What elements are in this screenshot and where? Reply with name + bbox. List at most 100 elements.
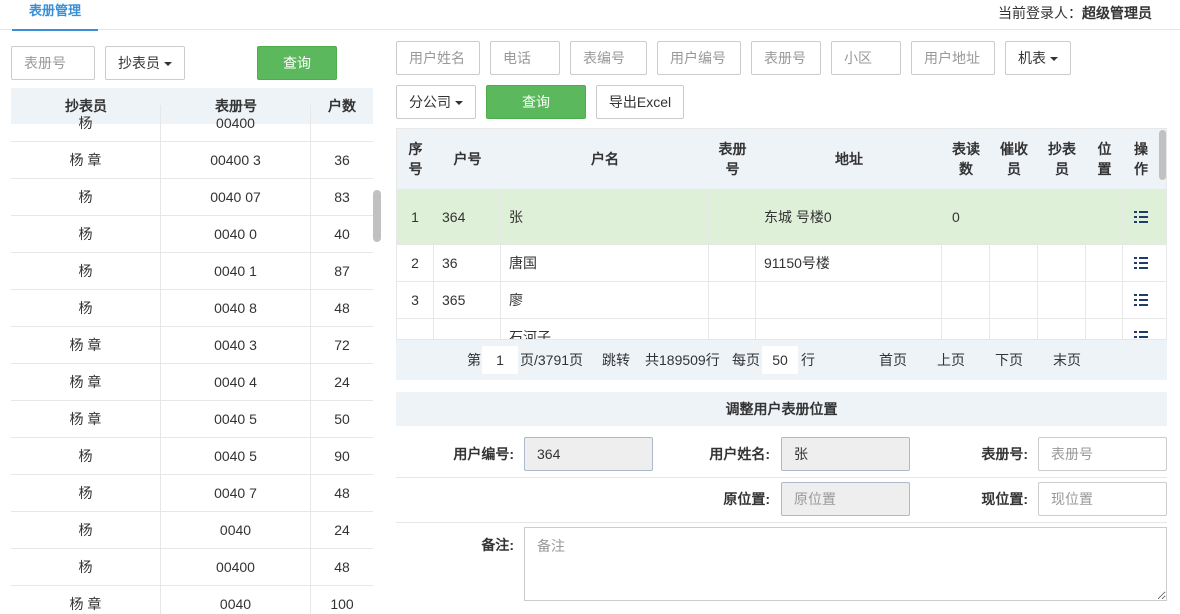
cell-book-no: 0040 5 (161, 438, 311, 475)
table-row[interactable]: 杨 章 0040 100 (11, 586, 373, 614)
user-address-input[interactable] (911, 41, 995, 75)
col-header-reader: 抄表员 (1048, 141, 1076, 177)
cell-book-no: 0040 (161, 586, 311, 614)
tab-book-management[interactable]: 表册管理 (12, 0, 98, 31)
cell-reads (942, 319, 990, 339)
cell-name: 廖 (501, 282, 709, 318)
cell-op (1123, 189, 1159, 244)
cell-count: 40 (334, 226, 350, 242)
user-name-input[interactable] (396, 41, 480, 75)
cell-collector (990, 319, 1038, 339)
per-page-input[interactable]: 50 (762, 346, 798, 374)
list-icon[interactable] (1134, 210, 1148, 223)
col-header-reads: 表读数 (952, 141, 980, 177)
cell-count: 100 (330, 596, 354, 612)
table-row[interactable]: 杨 0040 07 83 (11, 179, 373, 216)
caret-down-icon (455, 101, 463, 106)
table-row[interactable]: 杨 00400 48 (11, 549, 373, 586)
login-info: 当前登录人：超级管理员 (998, 3, 1152, 23)
cell-book-no: 0040 5 (161, 401, 311, 438)
left-query-button[interactable]: 查询 (257, 46, 337, 80)
export-excel-button[interactable]: 导出Excel (596, 85, 684, 119)
right-book-no-input[interactable] (751, 41, 821, 75)
left-scrollbar[interactable] (373, 190, 381, 242)
col-header-position: 位置 (1097, 141, 1112, 177)
meter-type-select[interactable]: 机表 (1005, 41, 1071, 75)
cell-reads: 0 (942, 189, 990, 244)
right-scrollbar[interactable] (1159, 130, 1166, 180)
table-row[interactable]: 杨 0040 7 48 (11, 475, 373, 512)
cell-reader: 杨 章 (11, 327, 161, 364)
col-header-book-no: 表册号 (718, 141, 747, 177)
table-row[interactable]: 杨 0040 0 40 (11, 216, 373, 253)
table-row[interactable]: 3 365 廖 (397, 282, 1166, 319)
table-row[interactable]: 石河子 (397, 319, 1166, 339)
cell-collector (990, 245, 1038, 281)
cur-position-input[interactable] (1038, 482, 1167, 516)
cell-count: 50 (334, 411, 350, 427)
col-header-idx: 序号 (408, 141, 423, 177)
cell-book-no (709, 282, 756, 318)
meter-reader-select[interactable]: 抄表员 (105, 46, 185, 80)
cell-reader (1038, 245, 1086, 281)
form-book-no-input[interactable] (1038, 437, 1167, 471)
table-row[interactable]: 2 36 唐国 91150号楼 (397, 245, 1166, 282)
table-row[interactable]: 杨 章 00400 3 36 (11, 142, 373, 179)
cell-reader: 杨 章 (11, 586, 161, 614)
jump-link[interactable]: 跳转 (602, 340, 630, 380)
list-icon[interactable] (1134, 257, 1148, 269)
page-prefix: 第 (467, 352, 481, 368)
table-row[interactable]: 杨 0040 8 48 (11, 290, 373, 327)
per-page-suffix: 行 (801, 352, 815, 368)
community-input[interactable] (831, 41, 901, 75)
meter-reader-select-label: 抄表员 (118, 55, 160, 71)
left-book-no-input[interactable] (11, 46, 95, 80)
table-row[interactable]: 杨 章 0040 3 72 (11, 327, 373, 364)
page-total: 页/3791页 (520, 352, 584, 368)
page-number-input[interactable]: 1 (482, 346, 518, 374)
form-divider (396, 522, 1167, 523)
cell-address (756, 319, 942, 339)
first-page-link[interactable]: 首页 (879, 340, 907, 380)
cell-count: 48 (334, 559, 350, 575)
remark-textarea[interactable] (524, 527, 1167, 601)
cell-reads (942, 245, 990, 281)
cell-position (1086, 319, 1123, 339)
next-page-link[interactable]: 下页 (995, 340, 1023, 380)
cell-book-no: 0040 4 (161, 364, 311, 401)
table-row[interactable]: 杨 0040 5 90 (11, 438, 373, 475)
right-query-button[interactable]: 查询 (486, 85, 586, 119)
table-row[interactable]: 杨 0040 24 (11, 512, 373, 549)
form-book-no-label: 表册号: (981, 446, 1028, 462)
cell-book-no (709, 189, 756, 244)
table-row[interactable]: 1 364 张东城 号楼0 0 (397, 189, 1166, 245)
table-row[interactable]: 杨 00400 (11, 105, 373, 142)
prev-page-link[interactable]: 上页 (937, 340, 965, 380)
meter-no-input[interactable] (570, 41, 647, 75)
cell-name: 唐国 (501, 245, 709, 281)
per-page-prefix: 每页 (732, 352, 760, 368)
cell-reader (1038, 319, 1086, 339)
caret-down-icon (164, 62, 172, 67)
table-row[interactable]: 杨 0040 1 87 (11, 253, 373, 290)
remark-label: 备注: (481, 537, 514, 553)
cell-book-no (709, 245, 756, 281)
user-no-label: 用户编号: (453, 446, 514, 462)
cell-book-no: 0040 (161, 512, 311, 549)
cell-op (1123, 319, 1159, 339)
last-page-link[interactable]: 末页 (1053, 340, 1081, 380)
cell-book-no: 0040 3 (161, 327, 311, 364)
col-header-op: 操作 (1134, 141, 1148, 177)
list-icon[interactable] (1134, 331, 1148, 339)
user-no-input[interactable] (657, 41, 741, 75)
cell-op (1123, 282, 1159, 318)
cell-reader: 杨 章 (11, 401, 161, 438)
cell-count: 24 (334, 522, 350, 538)
col-header-household: 户号 (453, 151, 482, 167)
table-row[interactable]: 杨 章 0040 5 50 (11, 401, 373, 438)
phone-input[interactable] (490, 41, 560, 75)
table-row[interactable]: 杨 章 0040 4 24 (11, 364, 373, 401)
branch-select[interactable]: 分公司 (396, 85, 476, 119)
cell-reader: 杨 (11, 438, 161, 475)
list-icon[interactable] (1134, 294, 1148, 306)
